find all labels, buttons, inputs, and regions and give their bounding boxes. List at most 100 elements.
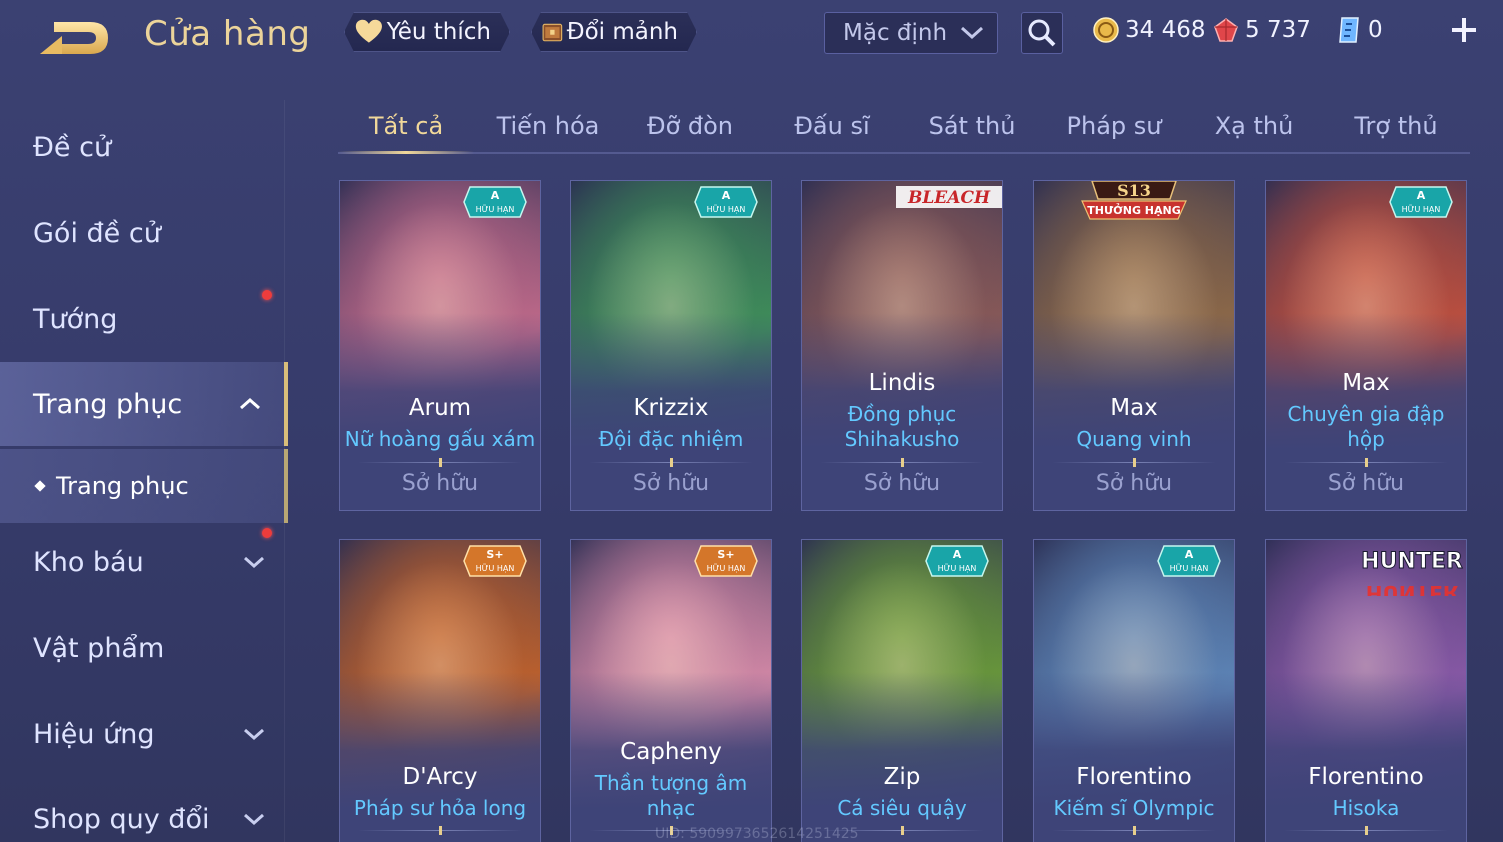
sidebar-item-label: Shop quy đổi (33, 803, 210, 835)
chevron-down-icon (244, 728, 264, 741)
limited-badge-icon: S+HỮU HẠN (694, 545, 758, 577)
sort-value: Mặc định (843, 20, 948, 46)
tab-mage[interactable]: Pháp sư (1046, 100, 1182, 152)
hero-name: Max (1342, 370, 1390, 396)
skin-card[interactable]: S13 THƯỞNG HẠNG Max Quang vinh Sở hữu (1033, 180, 1235, 511)
sidebar-item-label: Đề cử (33, 131, 112, 163)
bleach-logo-icon: BLEACH (896, 186, 1002, 208)
skin-name: Quang vinh (1076, 427, 1192, 451)
bullet-icon (34, 480, 46, 492)
skin-card[interactable]: A HỮU HẠN Max Chuyên gia đập hộp Sở hữu (1265, 180, 1467, 511)
tab-fighter[interactable]: Đấu sĩ (764, 100, 900, 152)
hero-name: Max (1110, 395, 1158, 421)
limited-badge-icon: AHỮU HẠN (925, 545, 989, 577)
svg-text:HUNTER: HUNTER (1361, 549, 1463, 574)
card-divider (1052, 458, 1216, 467)
treasure-chest-icon (542, 14, 563, 50)
owned-status: Sở hữu (863, 471, 941, 496)
hero-name: Zip (883, 764, 921, 790)
hunter-logo-icon: HUNTER HUNTER (1361, 549, 1464, 597)
uid-watermark: UID: 5909973652614251425 (655, 826, 859, 842)
voucher-amount: 5 737 (1245, 17, 1311, 43)
favorites-button[interactable]: Yêu thích (344, 12, 510, 52)
skin-name: Cá siêu quậy (837, 796, 967, 820)
tab-assassin[interactable]: Sát thủ (904, 100, 1040, 152)
exchange-shards-button[interactable]: Đổi mảnh (531, 12, 697, 52)
skin-card[interactable]: A HỮU HẠN Arum Nữ hoàng gấu xám Sở hữu (339, 180, 541, 511)
sidebar-item-label: Gói đề cử (33, 217, 161, 249)
sidebar-item-heroes[interactable]: Tướng (0, 277, 288, 361)
chevron-down-icon (960, 26, 984, 40)
tab-tank[interactable]: Đỡ đòn (622, 100, 758, 152)
tab-marksman[interactable]: Xạ thủ (1186, 100, 1322, 152)
sidebar-item-label: Hiệu ứng (33, 718, 155, 750)
svg-text:HỮU HẠN: HỮU HẠN (938, 562, 977, 574)
svg-text:A: A (953, 548, 962, 561)
skin-card[interactable]: A HỮU HẠN Krizzix Đội đặc nhiệm Sở hữu (570, 180, 772, 511)
tab-all[interactable]: Tất cả (338, 100, 474, 154)
skin-name: Nữ hoàng gấu xám (344, 427, 536, 451)
svg-text:HỮU HẠN: HỮU HẠN (476, 562, 515, 574)
back-button[interactable] (32, 14, 114, 62)
svg-text:HỮU HẠN: HỮU HẠN (707, 562, 746, 574)
skin-name: Chuyên gia đập hộp (1287, 402, 1445, 451)
sidebar-item-treasure[interactable]: Kho báu (0, 520, 288, 604)
sort-dropdown[interactable]: Mặc định (824, 12, 998, 54)
role-filter-tabs: Tất cả Tiến hóa Đỡ đòn Đấu sĩ Sát thủ Ph… (338, 100, 1470, 154)
owned-status: Sở hữu (1095, 471, 1173, 496)
page-title: Cửa hàng (144, 14, 311, 54)
sidebar-item-items[interactable]: Vật phẩm (0, 606, 288, 690)
sidebar-item-effects[interactable]: Hiệu ứng (0, 692, 288, 776)
owned-status: Sở hữu (1327, 471, 1405, 496)
skin-card[interactable]: BLEACH Lindis Đồng phục Shihakusho Sở hữ… (801, 180, 1003, 511)
hero-name: Capheny (620, 739, 722, 765)
limited-badge-icon: AHỮU HẠN (1389, 186, 1453, 218)
coupon-amount: 0 (1368, 17, 1383, 43)
svg-text:S+: S+ (486, 548, 503, 561)
limited-badge-icon: AHỮU HẠN (463, 186, 527, 218)
tab-support[interactable]: Trợ thủ (1328, 100, 1464, 152)
sidebar-item-skins[interactable]: Trang phục (0, 362, 288, 446)
skin-card[interactable]: S+ HỮU HẠN D'Arcy Pháp sư hỏa long (339, 539, 541, 842)
svg-text:HỮU HẠN: HỮU HẠN (476, 203, 515, 215)
skin-name: Thần tượng âm nhạc (594, 771, 748, 820)
plus-icon (1452, 18, 1476, 42)
card-divider (358, 826, 522, 835)
search-button[interactable] (1021, 12, 1063, 54)
top-bar: Cửa hàng Yêu thích Đổi mảnh Mặc định 34 (0, 0, 1503, 80)
owned-status: Sở hữu (401, 471, 479, 496)
skin-name: Pháp sư hỏa long (353, 796, 527, 820)
coupon-ticket-icon (1339, 17, 1359, 43)
card-divider (1284, 458, 1448, 467)
coupon-balance: 0 (1336, 14, 1383, 46)
skin-name: Hisoka (1332, 796, 1400, 820)
heart-icon (355, 17, 383, 47)
sidebar-item-featured-bundles[interactable]: Gói đề cử (0, 191, 288, 300)
skin-card[interactable]: HUNTER HUNTER Florentino Hisoka (1265, 539, 1467, 842)
sidebar-item-exchange-shop[interactable]: Shop quy đổi (0, 777, 288, 842)
search-icon (1028, 19, 1056, 47)
skin-name: Đội đặc nhiệm (598, 427, 744, 451)
card-divider (1052, 826, 1216, 835)
limited-badge-icon: AHỮU HẠN (1157, 545, 1221, 577)
add-currency-button[interactable] (1448, 14, 1480, 46)
svg-text:HỮU HẠN: HỮU HẠN (707, 203, 746, 215)
gold-balance: 34 468 (1093, 14, 1205, 46)
skin-card[interactable]: S+ HỮU HẠN Capheny Thần tượng âm nhạc (570, 539, 772, 842)
skin-card[interactable]: A HỮU HẠN Zip Cá siêu quậy (801, 539, 1003, 842)
svg-text:HỮU HẠN: HỮU HẠN (1170, 562, 1209, 574)
sidebar-item-featured[interactable]: Đề cử (0, 105, 288, 189)
chevron-down-icon (244, 556, 264, 569)
tab-evolution[interactable]: Tiến hóa (480, 100, 616, 152)
skin-card[interactable]: A HỮU HẠN Florentino Kiếm sĩ Olympic (1033, 539, 1235, 842)
owned-status: Sở hữu (632, 471, 710, 496)
skin-name: Đồng phục Shihakusho (844, 402, 960, 451)
svg-text:S+: S+ (717, 548, 734, 561)
sidebar-subitem-skins[interactable]: Trang phục (0, 449, 288, 523)
svg-text:HUNTER: HUNTER (1366, 581, 1458, 596)
svg-text:A: A (1185, 548, 1194, 561)
hero-name: Lindis (868, 370, 936, 396)
hero-name: Florentino (1076, 764, 1192, 790)
svg-text:BLEACH: BLEACH (907, 188, 991, 208)
svg-text:A: A (491, 189, 500, 202)
